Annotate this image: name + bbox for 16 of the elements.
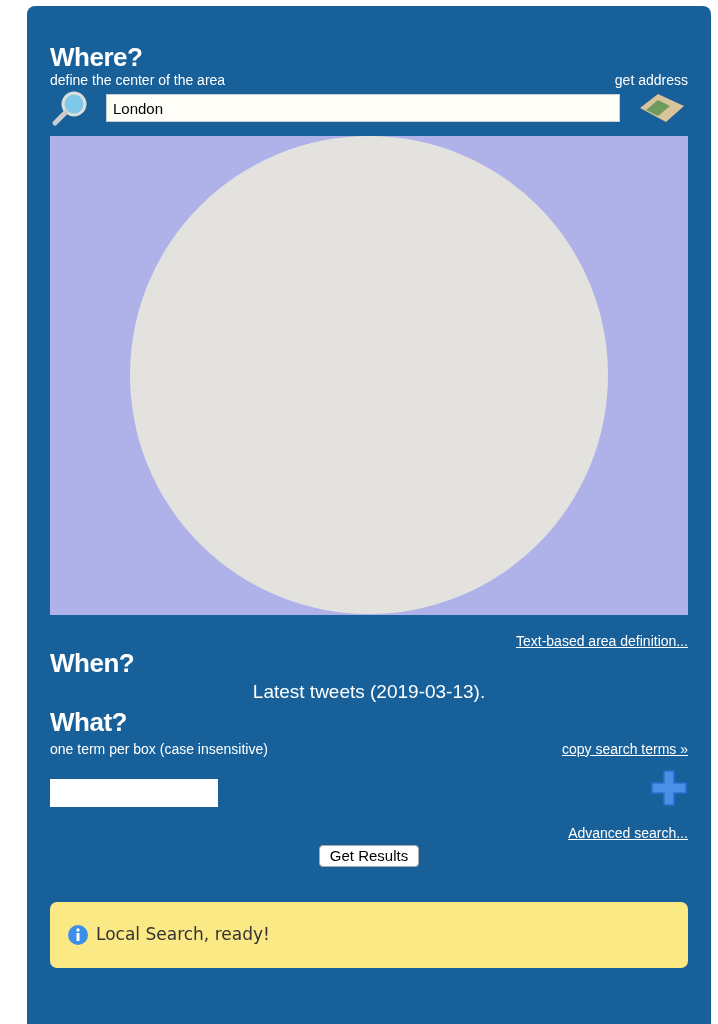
search-term-field[interactable]: [50, 778, 218, 807]
section-heading: What?: [50, 706, 128, 737]
date-text: Latest tweets (2019-03-13).: [252, 681, 486, 702]
status-text: Local Search, ready!: [96, 922, 270, 946]
section-heading: When?: [50, 648, 136, 678]
area-definition-link[interactable]: Text-based area definition...: [516, 631, 688, 652]
hint-text: define the center of the area: [50, 72, 226, 88]
copy-terms-link[interactable]: copy search terms »: [561, 740, 688, 757]
info-icon: [68, 924, 88, 945]
get-results-button[interactable]: Get Results: [318, 844, 420, 867]
add-icon[interactable]: [650, 768, 688, 807]
advanced-search-link[interactable]: Advanced search...: [568, 822, 688, 844]
location-field[interactable]: London: [106, 94, 620, 122]
hint-text: one term per box (case insensitive): [50, 740, 268, 757]
get-address-link[interactable]: get address: [614, 72, 688, 88]
section-heading: Where?: [50, 42, 144, 72]
